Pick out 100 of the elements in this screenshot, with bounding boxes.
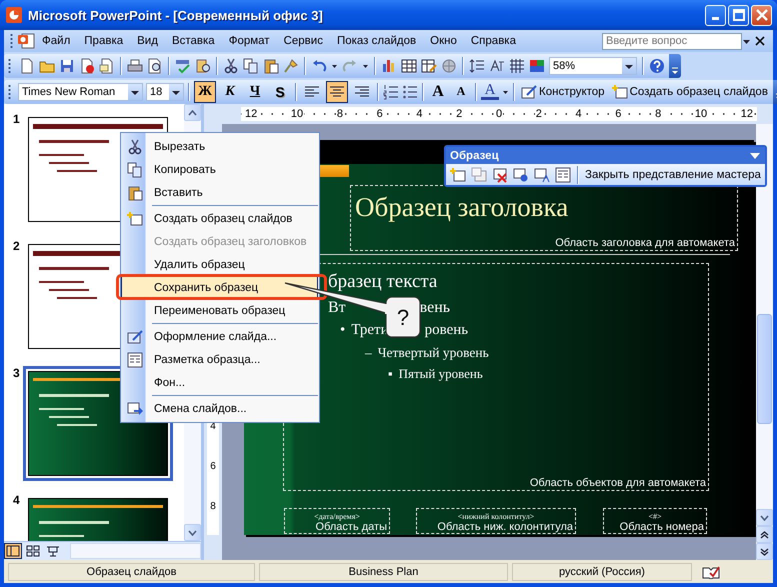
document-permission-icon[interactable] <box>79 58 95 74</box>
grid-icon[interactable] <box>509 58 525 74</box>
minimize-button[interactable] <box>705 4 726 26</box>
text-style-button[interactable]: Ч <box>244 80 266 102</box>
font-name-combo[interactable]: Times New Roman <box>18 82 143 100</box>
context-menu-item[interactable]: Вырезать <box>121 135 318 158</box>
scroll-down-button[interactable] <box>756 509 773 526</box>
chevron-icon[interactable] <box>671 64 679 74</box>
menu-item[interactable]: Вставка <box>164 31 222 51</box>
footer-placeholder[interactable]: <#> Область номера <box>603 508 707 534</box>
color-squares-icon[interactable] <box>529 58 545 74</box>
new-slide-master-icon[interactable] <box>612 84 628 100</box>
spelling-check-icon[interactable] <box>175 58 191 74</box>
menu-item[interactable]: Сервис <box>276 31 330 51</box>
font-size-combo[interactable]: 18 <box>146 82 184 100</box>
ruler-label: 12 <box>740 108 754 120</box>
paintbrush-icon[interactable] <box>283 58 299 74</box>
paste-icon[interactable] <box>263 58 279 74</box>
layout-icon[interactable] <box>126 352 142 368</box>
help-icon[interactable] <box>649 58 665 74</box>
maximize-icon[interactable] <box>732 9 744 21</box>
slide-transition-icon[interactable] <box>126 400 142 416</box>
status-field: русский (Россия) <box>512 562 692 580</box>
printer-icon[interactable] <box>127 58 143 74</box>
menu-item[interactable]: Правка <box>77 31 130 51</box>
scrollbar-thumb[interactable] <box>757 314 772 424</box>
footer-placeholder[interactable]: <нижний колонтитул> Область ниж. колонтитула <box>416 508 576 534</box>
line-spacing-icon[interactable] <box>469 58 485 74</box>
ruler-label: 4 <box>415 108 424 120</box>
toolbar-title-bar[interactable]: Образец <box>446 147 765 164</box>
placeholder-label: Область объектов для автомакета <box>530 477 706 490</box>
preserve-master-icon[interactable] <box>513 166 529 182</box>
scroll-down-button[interactable] <box>184 524 201 541</box>
new-title-master-icon[interactable] <box>471 166 487 182</box>
maximize-button[interactable] <box>728 4 749 26</box>
increase-font-button[interactable]: A <box>428 82 448 100</box>
footer-placeholder[interactable]: <дата/время> Область даты <box>284 508 390 534</box>
previous-slide-button[interactable] <box>756 526 773 543</box>
numbered-list-icon[interactable] <box>383 84 399 100</box>
copy-icon[interactable] <box>243 58 259 74</box>
bar-chart-icon[interactable] <box>381 58 397 74</box>
designer-button[interactable]: Конструктор <box>519 84 607 100</box>
toolbar-grip[interactable] <box>8 84 11 100</box>
scroll-down-icon[interactable] <box>760 514 769 520</box>
menu-item[interactable]: Файл <box>35 31 78 51</box>
scroll-up-button[interactable] <box>184 104 201 121</box>
rename-master-icon[interactable] <box>534 166 550 182</box>
menu-item[interactable]: Вид <box>130 31 165 51</box>
delete-master-icon[interactable] <box>492 166 508 182</box>
table-pencil-icon[interactable] <box>421 58 437 74</box>
layout-icon[interactable] <box>555 166 571 182</box>
document-email-icon[interactable] <box>99 58 115 74</box>
font-color-button[interactable]: A <box>481 83 499 100</box>
double-up-arrow-icon[interactable] <box>760 530 769 538</box>
help-question-field[interactable]: Введите вопрос <box>602 32 742 50</box>
zoom-combo[interactable]: 58% <box>549 56 637 74</box>
menu-item[interactable]: Справка <box>464 31 523 51</box>
scroll-up-icon[interactable] <box>188 110 197 116</box>
menu-item[interactable]: Формат <box>222 31 277 51</box>
text-style-button[interactable]: К <box>219 80 241 102</box>
print-preview-icon[interactable] <box>147 58 163 74</box>
ruler-label: 6 <box>376 108 384 120</box>
horizontal-scrollbar[interactable] <box>70 543 201 559</box>
text-style-button[interactable]: S <box>269 80 291 102</box>
toolbar-options-button[interactable] <box>669 54 681 78</box>
text-style-button[interactable]: Ж <box>194 80 216 102</box>
ruler-label: 10 <box>694 108 708 120</box>
document-icon[interactable] <box>17 33 35 49</box>
context-menu-item[interactable]: Копировать <box>121 158 318 181</box>
close-icon[interactable] <box>756 9 768 21</box>
research-book-icon[interactable] <box>195 58 211 74</box>
show-formatting-icon[interactable] <box>489 58 505 74</box>
menu-item[interactable]: Окно <box>423 31 464 51</box>
ruler-label: 4 <box>574 108 583 120</box>
toolbar-grip[interactable] <box>10 33 13 49</box>
decrease-font-button[interactable]: A <box>451 84 471 99</box>
bulleted-list-icon[interactable] <box>402 84 418 100</box>
new-slide-master-icon[interactable] <box>450 166 466 182</box>
new-master-button[interactable]: Создать образец слайдов <box>610 84 770 100</box>
context-menu-item[interactable]: Создать образец слайдов <box>121 207 318 230</box>
slide-title: Образец заголовка <box>355 192 568 223</box>
footer-field: <дата/время> <box>314 512 360 521</box>
double-down-arrow-icon[interactable] <box>760 548 769 556</box>
close-button[interactable] <box>751 4 772 26</box>
close-window-icon[interactable] <box>755 36 765 46</box>
menu-item[interactable]: Показ слайдов <box>330 31 424 51</box>
table-icon[interactable] <box>401 58 417 74</box>
undo-icon[interactable] <box>311 58 327 74</box>
globe-icon[interactable] <box>441 58 457 74</box>
scroll-down-icon[interactable] <box>188 530 197 536</box>
context-menu-item[interactable]: Вставить <box>121 181 318 204</box>
slide-design-icon[interactable] <box>521 84 537 100</box>
next-slide-button[interactable] <box>756 543 773 560</box>
placeholder-label: Область даты <box>316 521 387 533</box>
scissors-icon[interactable] <box>223 58 239 74</box>
app-icon[interactable] <box>5 6 23 24</box>
new-document-icon[interactable] <box>19 58 35 74</box>
toolbar-grip[interactable] <box>8 58 11 74</box>
spelling-status-icon[interactable] <box>702 564 720 578</box>
slide-number: 1 <box>12 112 21 126</box>
